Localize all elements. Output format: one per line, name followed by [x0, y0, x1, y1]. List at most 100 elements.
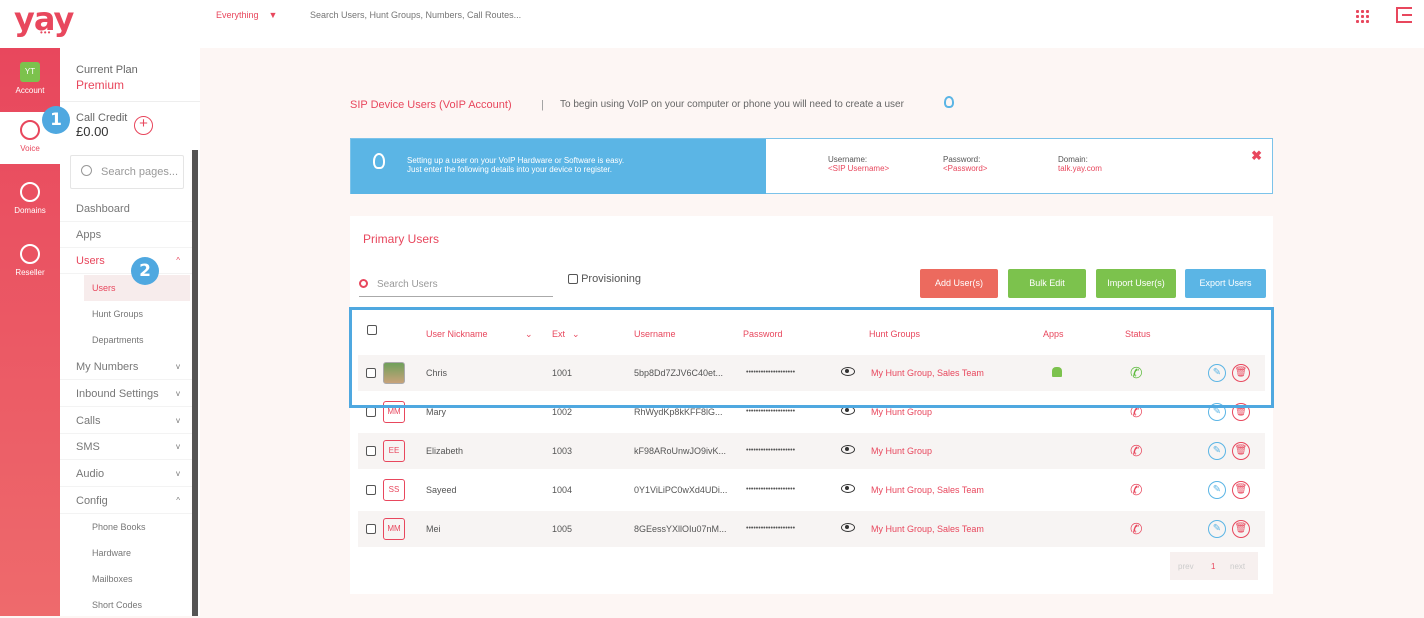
provisioning-checkbox[interactable]: [568, 274, 578, 285]
sidebar: Current Plan Premium Call Credit £0.00 +…: [60, 48, 200, 616]
setup-info-box: Setting up a user on your VoIP Hardware …: [350, 138, 1273, 194]
search-icon: [81, 165, 92, 176]
page-subtitle: To begin using VoIP on your computer or …: [560, 99, 904, 110]
eye-icon[interactable]: [841, 523, 855, 532]
nav-sms-label: SMS: [76, 441, 100, 453]
edit-icon[interactable]: ✎: [1208, 520, 1226, 538]
user-hunt-groups[interactable]: My Hunt Group: [871, 446, 932, 456]
lightbulb-icon: [373, 153, 385, 169]
rail-label-reseller: Reseller: [15, 268, 45, 277]
phone-offline-icon: ✆: [1130, 521, 1143, 538]
divider: [60, 101, 200, 102]
row-checkbox[interactable]: [366, 524, 376, 534]
user-password: ••••••••••••••••••••: [746, 525, 796, 532]
import-users-button[interactable]: Import User(s): [1096, 269, 1176, 298]
table-row[interactable]: MM Mei 1005 8GEessYXllOIu07nM... •••••••…: [358, 511, 1265, 547]
rail-item-account[interactable]: YT Account: [0, 48, 60, 100]
nav-sub-phone-books[interactable]: Phone Books: [84, 514, 190, 540]
edit-icon[interactable]: ✎: [1208, 442, 1226, 460]
delete-icon[interactable]: 🗑: [1232, 481, 1250, 499]
user-nickname: Elizabeth: [426, 446, 464, 456]
user-hunt-groups[interactable]: My Hunt Group, Sales Team: [871, 485, 984, 495]
pagination: prev 1 next: [1170, 552, 1258, 580]
chevron-up-icon: ^: [176, 256, 180, 265]
search-scope-dropdown[interactable]: Everything ▼: [216, 10, 277, 20]
user-ext: 1005: [552, 524, 573, 534]
table-row[interactable]: EE Elizabeth 1003 kF98ARoUnwJO9ivK... ••…: [358, 433, 1265, 469]
credit-value: £0.00: [76, 124, 109, 139]
provisioning-toggle[interactable]: Provisioning: [568, 273, 641, 285]
pager-prev[interactable]: prev: [1178, 562, 1194, 571]
delete-icon[interactable]: 🗑: [1232, 520, 1250, 538]
plan-value: Premium: [76, 78, 125, 92]
avatar: MM: [383, 518, 405, 540]
username-value: <SIP Username>: [828, 164, 890, 173]
user-hunt-groups[interactable]: My Hunt Group, Sales Team: [871, 524, 984, 534]
user-username: 0Y1ViLiPC0wXd4UDi...: [634, 485, 728, 495]
edit-icon[interactable]: ✎: [1208, 481, 1226, 499]
nav-calls-label: Calls: [76, 415, 101, 427]
sidebar-scrollbar[interactable]: [192, 150, 198, 616]
user-nickname: Mei: [426, 524, 441, 534]
search-users-input[interactable]: Search Users: [359, 273, 553, 297]
nav-users-label: Users: [76, 255, 105, 267]
pager-next[interactable]: next: [1230, 562, 1245, 571]
search-icon: [359, 279, 368, 288]
cloud-icon: [20, 244, 40, 264]
nav-config[interactable]: Config ^: [60, 488, 194, 514]
nav-my-numbers[interactable]: My Numbers v: [60, 354, 194, 380]
info-line-1: Setting up a user on your VoIP Hardware …: [407, 156, 625, 165]
row-checkbox[interactable]: [366, 446, 376, 456]
add-users-button[interactable]: Add User(s): [920, 269, 998, 298]
nav-users[interactable]: Users ^: [60, 248, 194, 274]
row-checkbox[interactable]: [366, 485, 376, 495]
user-ext: 1003: [552, 446, 573, 456]
logout-icon[interactable]: [1396, 7, 1412, 23]
nav-sub-departments[interactable]: Departments: [84, 327, 190, 353]
table-row[interactable]: SS Sayeed 1004 0Y1ViLiPC0wXd4UDi... ••••…: [358, 472, 1265, 508]
nav-sub-mailboxes[interactable]: Mailboxes: [84, 566, 190, 592]
nav-calls[interactable]: Calls v: [60, 408, 194, 434]
user-nickname: Mary: [426, 407, 446, 417]
provisioning-label: Provisioning: [581, 273, 641, 285]
chevron-down-icon: v: [176, 469, 180, 478]
nav-sub-hardware[interactable]: Hardware: [84, 540, 190, 566]
bulk-edit-button[interactable]: Bulk Edit: [1008, 269, 1086, 298]
chevron-up-icon: ^: [176, 496, 180, 505]
global-search-input[interactable]: [310, 10, 710, 20]
info-line-2: Just enter the following details into yo…: [407, 165, 612, 174]
pager-page[interactable]: 1: [1211, 562, 1215, 571]
nav-audio[interactable]: Audio v: [60, 461, 194, 487]
search-pages-input[interactable]: Search pages...: [70, 155, 184, 189]
user-hunt-groups[interactable]: My Hunt Group: [871, 407, 932, 417]
domain-label: Domain:: [1058, 155, 1088, 164]
eye-icon[interactable]: [841, 445, 855, 454]
search-scope-label: Everything: [216, 10, 259, 20]
user-password: ••••••••••••••••••••: [746, 408, 796, 415]
domain-value: talk.yay.com: [1058, 164, 1102, 173]
row-checkbox[interactable]: [366, 407, 376, 417]
rail-item-reseller[interactable]: Reseller: [0, 236, 60, 288]
user-password: ••••••••••••••••••••: [746, 486, 796, 493]
nav-sub-short-codes[interactable]: Short Codes: [84, 592, 190, 618]
lightbulb-icon[interactable]: [944, 96, 954, 108]
call-credit: Call Credit £0.00: [76, 112, 127, 139]
add-credit-button[interactable]: +: [134, 116, 153, 135]
rail-item-domains[interactable]: Domains: [0, 174, 60, 226]
nav-sms[interactable]: SMS v: [60, 434, 194, 460]
phone-offline-icon: ✆: [1130, 482, 1143, 499]
nav-sub-hunt-groups[interactable]: Hunt Groups: [84, 301, 190, 327]
eye-icon[interactable]: [841, 484, 855, 493]
info-domain: Domain: talk.yay.com: [1058, 155, 1102, 173]
header-separator: |: [541, 99, 544, 111]
dialpad-icon[interactable]: [1356, 10, 1369, 23]
nav-apps[interactable]: Apps: [60, 222, 194, 248]
phone-offline-icon: ✆: [1130, 443, 1143, 460]
export-users-button[interactable]: Export Users: [1185, 269, 1266, 298]
close-icon[interactable]: ✖: [1251, 148, 1262, 164]
delete-icon[interactable]: 🗑: [1232, 442, 1250, 460]
globe-icon: [20, 182, 40, 202]
nav-dashboard[interactable]: Dashboard: [60, 196, 194, 222]
search-pages-placeholder: Search pages...: [101, 166, 179, 178]
nav-inbound-settings[interactable]: Inbound Settings v: [60, 381, 194, 407]
